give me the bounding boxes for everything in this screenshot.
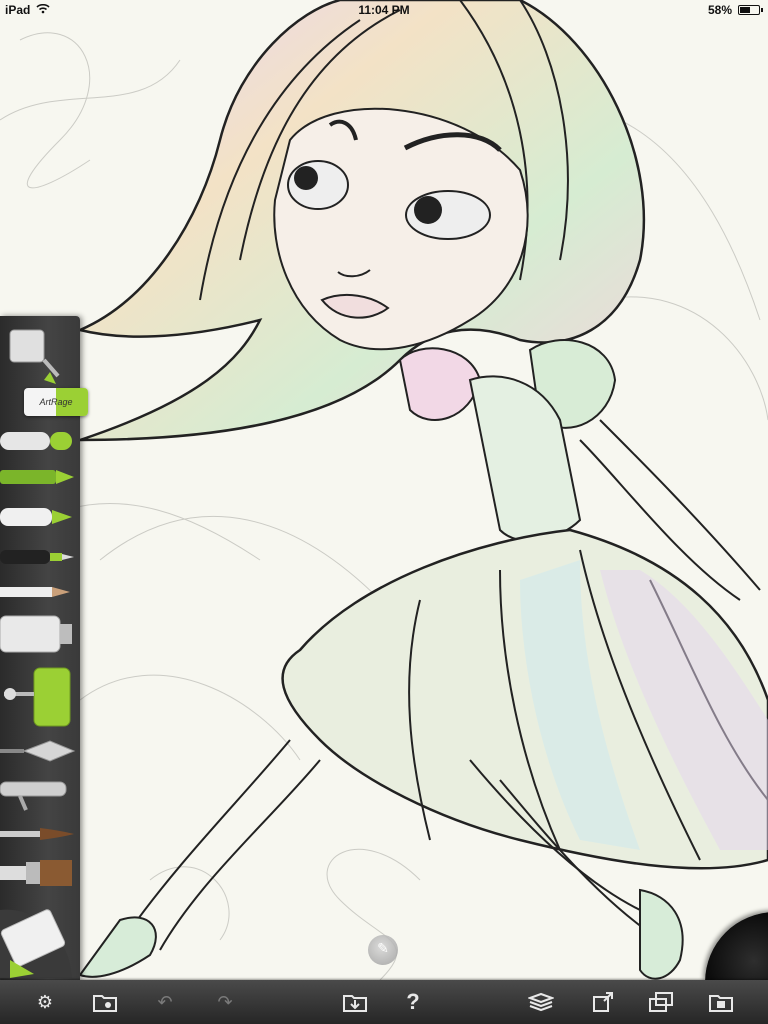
help-button[interactable]: ? [398, 988, 428, 1016]
artrage-logo[interactable]: ArtRage [24, 388, 88, 416]
clock: 11:04 PM [358, 3, 410, 17]
airbrush-icon[interactable] [0, 772, 78, 812]
eraser-icon[interactable] [0, 900, 80, 978]
palette-knife-icon[interactable] [0, 736, 78, 766]
status-bar: iPad 11:04 PM 58% [0, 0, 768, 20]
battery-percent: 58% [707, 3, 732, 17]
layers-icon[interactable] [526, 988, 556, 1016]
flat-brush-icon[interactable] [0, 856, 78, 890]
pencil-icon[interactable] [0, 580, 78, 604]
undo-icon[interactable]: ↶ [150, 988, 180, 1016]
marker-icon[interactable] [0, 426, 78, 456]
import-folder-icon[interactable] [340, 988, 370, 1016]
gear-icon[interactable]: ⚙ [30, 988, 60, 1016]
crayon-icon[interactable] [0, 462, 78, 492]
ink-pen-icon[interactable] [0, 542, 78, 572]
felt-pen-icon[interactable] [0, 500, 78, 534]
paint-bucket-icon[interactable] [0, 322, 78, 384]
redo-icon[interactable]: ↷ [210, 988, 240, 1016]
save-folder-icon[interactable] [706, 988, 736, 1016]
bottom-toolbar: ⚙ ↶ ↷ ? [0, 980, 768, 1024]
fine-brush-icon[interactable] [0, 820, 78, 848]
canvas-icon[interactable] [646, 988, 676, 1016]
battery-icon [738, 5, 763, 15]
tool-panel: ArtRage [0, 316, 88, 980]
drawing-canvas[interactable] [0, 0, 768, 1024]
share-icon[interactable] [588, 988, 618, 1016]
roller-icon[interactable] [0, 664, 78, 730]
paint-tube-icon[interactable] [0, 612, 78, 656]
gallery-folder-icon[interactable] [90, 988, 120, 1016]
stencil-pin-icon[interactable]: ✎ [368, 935, 398, 965]
